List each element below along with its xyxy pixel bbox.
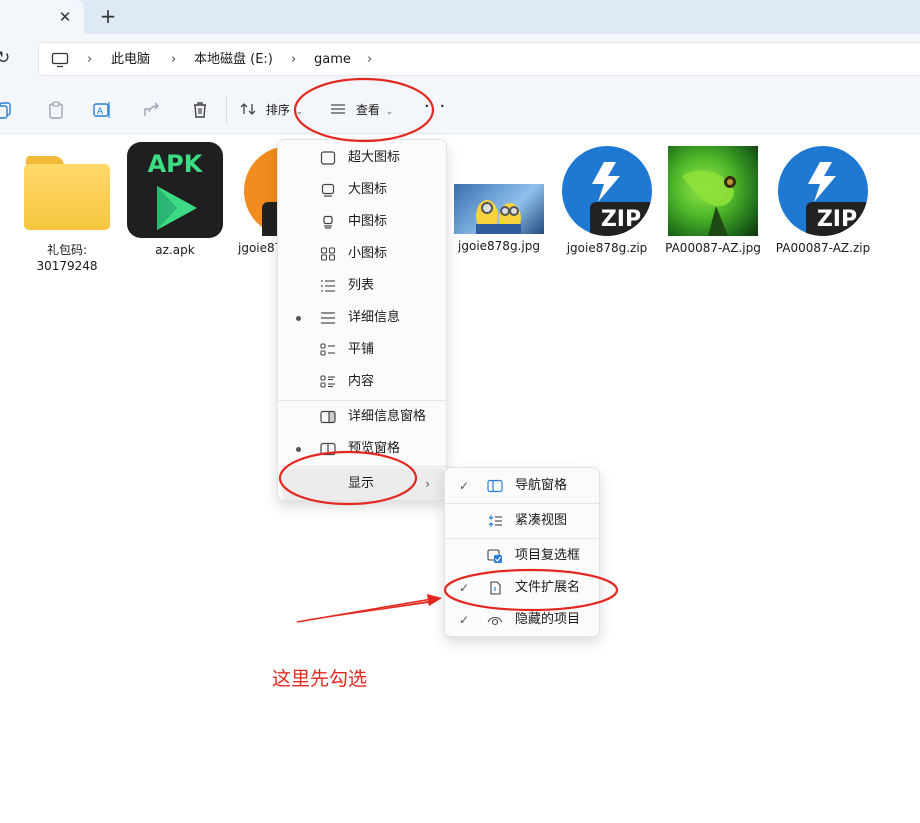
annotation-text: 这里先勾选 [272,668,368,690]
check-icon: ✓ [459,613,470,627]
sort-button[interactable]: 排序 ⌄ [240,98,303,122]
new-tab-icon[interactable]: + [96,5,120,29]
zip-icon: ZIP [562,146,652,236]
chevron-right-icon: › [425,477,430,491]
file-item-lizard-jpg[interactable]: PA00087-AZ.jpg [664,142,762,256]
menu-item-show[interactable]: 显示 › [282,468,444,500]
menu-item-extra-large-icons[interactable]: 超大图标 [278,142,448,174]
submenu-item-hidden-items[interactable]: ✓ 隐藏的项目 [445,604,601,636]
sort-label: 排序 [265,103,290,117]
breadcrumb-local-disk[interactable]: 本地磁盘 (E:) [194,43,273,77]
details-icon [321,312,335,324]
show-submenu: ✓ 导航窗格 紧凑视图 项目复选框 ✓ 文件扩展名 ✓ 隐藏的项目 [444,467,601,637]
file-item-apk[interactable]: APK az.apk [126,142,224,258]
zip-icon: ZIP [778,146,868,236]
compact-view-icon [488,515,502,527]
small-icons-icon [320,247,336,261]
refresh-icon[interactable]: ↻ [0,48,10,68]
more-options-icon[interactable]: · · [424,96,447,117]
menu-divider [278,466,448,467]
menu-item-list[interactable]: 列表 [278,270,448,302]
apk-icon: APK [127,142,223,238]
menu-item-large-icons[interactable]: 大图标 [278,174,448,206]
details-pane-icon [320,410,336,424]
menu-item-details[interactable]: 详细信息 [278,302,448,334]
image-thumbnail-icon [454,184,544,234]
sort-icon [240,103,256,115]
view-menu: 超大图标 大图标 中图标 小图标 列表 详细信息 平铺 内容 详细信息窗格 预览… [277,139,448,501]
hidden-items-icon [487,616,503,626]
tiles-icon [320,343,335,356]
svg-text:A: A [97,107,104,117]
breadcrumb-this-pc[interactable]: 此电脑 [111,43,150,77]
this-pc-icon [51,52,69,68]
address-bar[interactable]: › 此电脑 › 本地磁盘 (E:) › game › [38,42,920,76]
selected-dot-icon [296,447,301,452]
file-name: az.apk [155,243,195,257]
item-checkbox-icon [487,549,502,563]
active-tab[interactable]: ✕ [0,0,84,34]
menu-item-content[interactable]: 内容 [278,366,448,398]
list-icon [321,280,335,292]
preview-pane-icon [320,442,336,456]
submenu-item-navigation-pane[interactable]: ✓ 导航窗格 [445,470,601,502]
menu-item-details-pane[interactable]: 详细信息窗格 [278,401,448,433]
file-item-pa-zip[interactable]: ZIP PA00087-AZ.zip [774,142,872,256]
view-icon [331,104,345,114]
file-item-jgoie-zip[interactable]: ZIP jgoie878g.zip [558,142,656,256]
breadcrumb-chevron[interactable]: › [87,43,92,77]
menu-item-preview-pane[interactable]: 预览窗格 [278,433,448,465]
submenu-item-item-checkboxes[interactable]: 项目复选框 [445,540,601,572]
arrow-shaft [296,598,433,623]
toolbar-divider [226,97,227,123]
menu-divider [445,538,601,539]
medium-icons-icon [323,215,333,229]
delete-icon[interactable] [190,100,210,120]
file-item-minion-jpg[interactable]: jgoie878g.jpg [450,142,548,254]
content-icon [320,375,335,388]
submenu-item-file-extensions[interactable]: ✓ 文件扩展名 [445,572,601,604]
breadcrumb-chevron[interactable]: › [367,43,372,77]
menu-divider [445,503,601,504]
extra-large-icons-icon [320,151,336,165]
file-name: PA00087-AZ.jpg [665,241,761,255]
check-icon: ✓ [459,479,470,493]
copy-icon[interactable] [0,100,14,120]
submenu-item-compact-view[interactable]: 紧凑视图 [445,505,601,537]
file-item-folder[interactable]: 礼包码: 30179248 [18,142,116,274]
file-extension-icon [490,581,501,595]
chevron-down-icon: ⌄ [385,107,394,117]
share-icon[interactable] [142,100,162,120]
menu-item-medium-icons[interactable]: 中图标 [278,206,448,238]
tab-strip: ✕ + [0,0,920,34]
view-button[interactable]: 查看 ⌄ [330,98,393,122]
selected-dot-icon [296,316,301,321]
menu-item-tiles[interactable]: 平铺 [278,334,448,366]
breadcrumb-chevron[interactable]: › [291,43,296,77]
file-name: jgoie878g.jpg [458,239,540,253]
folder-icon [24,154,110,230]
navigation-pane-icon [487,479,503,493]
command-bar: A 排序 ⌄ 查看 ⌄ · · [0,86,920,134]
address-row: ↻ › 此电脑 › 本地磁盘 (E:) › game › [0,34,920,86]
menu-item-small-icons[interactable]: 小图标 [278,238,448,270]
breadcrumb-chevron[interactable]: › [171,43,176,77]
view-label: 查看 [355,103,380,117]
file-name: jgoie878g.zip [566,241,648,255]
large-icons-icon [321,183,335,197]
chevron-down-icon: ⌄ [295,107,304,117]
file-name: 礼包码: [46,243,88,257]
rename-icon[interactable]: A [92,100,112,120]
arrow-annotation [297,594,442,622]
file-name: PA00087-AZ.zip [775,241,871,255]
file-name: 30179248 [36,259,98,273]
image-thumbnail-icon [668,146,758,236]
paste-icon[interactable] [46,100,66,120]
close-tab-icon[interactable]: ✕ [54,6,76,28]
check-icon: ✓ [459,581,470,595]
breadcrumb-game[interactable]: game [314,43,351,77]
